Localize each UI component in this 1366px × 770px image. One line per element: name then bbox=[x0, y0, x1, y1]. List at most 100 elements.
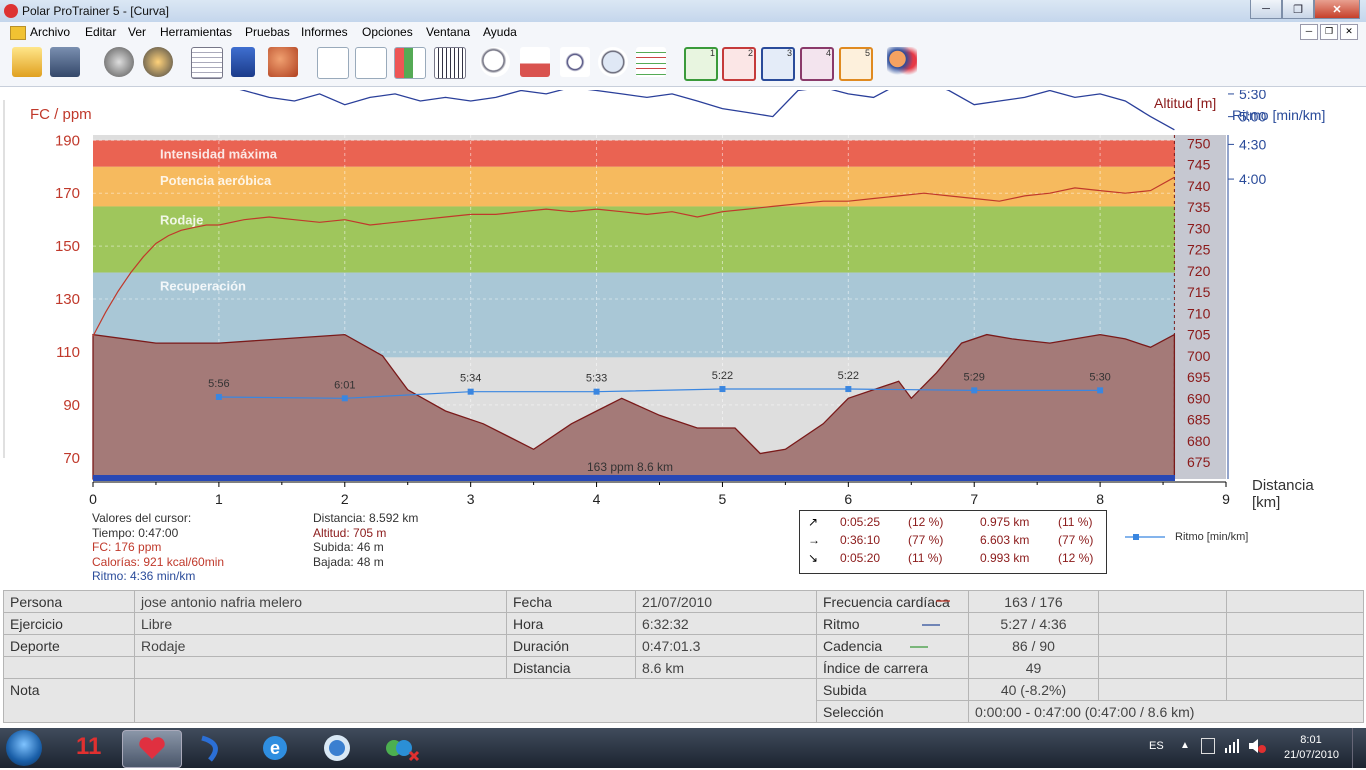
menu-editar[interactable]: Editar bbox=[85, 25, 116, 39]
diary-book-icon[interactable] bbox=[231, 47, 255, 77]
usb-tray-icon[interactable] bbox=[1201, 738, 1215, 754]
hr-tick-label: 190 bbox=[55, 132, 80, 149]
app-badge[interactable]: 11 bbox=[76, 733, 101, 761]
menu-ver[interactable]: Ver bbox=[128, 25, 146, 39]
ex5-icon[interactable]: 5 bbox=[839, 47, 873, 81]
lap-label: 5:29 bbox=[964, 371, 985, 383]
cursor-ritmo: Ritmo: 4:36 min/km bbox=[92, 569, 196, 583]
gear-sync-icon[interactable] bbox=[143, 47, 173, 77]
bar-chart-icon[interactable] bbox=[355, 47, 387, 79]
slope-time-pct: (11 %) bbox=[908, 551, 943, 565]
ejercicio-value[interactable]: Libre bbox=[134, 612, 507, 635]
save-icon[interactable] bbox=[50, 47, 80, 77]
x-tick-label: 6 bbox=[844, 491, 852, 507]
distancia-value: 8.6 km bbox=[635, 656, 817, 679]
lap-label: 5:22 bbox=[838, 370, 859, 382]
curve-chart-area: Intensidad máxima Potencia aeróbica Rodaje… bbox=[0, 90, 1366, 590]
hr-tick-label: 130 bbox=[55, 291, 80, 308]
sync-icon[interactable] bbox=[104, 47, 134, 77]
slope-dist: 0.993 km bbox=[980, 551, 1030, 565]
ritmo-legend-swatch bbox=[921, 623, 940, 626]
menu-pruebas[interactable]: Pruebas bbox=[245, 25, 290, 39]
slope-arrow: ↗ bbox=[808, 515, 819, 529]
network-tray-icon[interactable] bbox=[1224, 738, 1240, 754]
ex4-icon[interactable]: 4 bbox=[800, 47, 834, 81]
show-desktop-button[interactable] bbox=[1352, 728, 1366, 768]
lap-label: 5:56 bbox=[208, 378, 229, 390]
mdi-close-button[interactable]: ✕ bbox=[1340, 24, 1358, 40]
menu-ayuda[interactable]: Ayuda bbox=[483, 25, 517, 39]
info-chart-icon[interactable] bbox=[520, 47, 550, 77]
users-icon[interactable] bbox=[887, 47, 917, 77]
multi-line-icon[interactable] bbox=[636, 47, 666, 77]
altitude-tick-label: 685 bbox=[1187, 412, 1211, 428]
altitude-tick-label: 735 bbox=[1187, 199, 1211, 215]
nota-field[interactable] bbox=[134, 678, 817, 723]
language-indicator[interactable]: ES bbox=[1149, 740, 1164, 752]
mdi-minimize-button[interactable]: ─ bbox=[1300, 24, 1318, 40]
heart-icon bbox=[139, 737, 165, 759]
altitude-tick-label: 750 bbox=[1187, 135, 1211, 151]
slope-dist: 6.603 km bbox=[980, 533, 1030, 547]
info-ring-icon[interactable] bbox=[560, 47, 590, 77]
pace-tick-label: 5:30 bbox=[1239, 90, 1266, 102]
menu-ventana[interactable]: Ventana bbox=[426, 25, 470, 39]
menu-archivo[interactable]: Archivo bbox=[30, 25, 70, 39]
distance-axis-title: Distancia [km] bbox=[1252, 477, 1314, 511]
lap-label: 5:33 bbox=[586, 373, 607, 385]
toolbar: 1 2 3 4 5 bbox=[0, 42, 1366, 87]
slope-time-pct: (12 %) bbox=[908, 515, 944, 529]
taskbar-itunes[interactable] bbox=[308, 730, 366, 766]
empty-cell bbox=[1098, 634, 1227, 657]
slope-time: 0:36:10 bbox=[840, 533, 881, 547]
minimize-button[interactable]: ─ bbox=[1250, 0, 1282, 19]
taskbar-app-2[interactable] bbox=[184, 730, 242, 766]
maximize-button[interactable]: ❐ bbox=[1282, 0, 1314, 19]
taskbar-polar-app[interactable] bbox=[122, 730, 182, 768]
persona-value[interactable]: jose antonio nafria melero bbox=[134, 590, 507, 613]
table-icon[interactable] bbox=[434, 47, 466, 79]
open-folder-icon[interactable] bbox=[12, 47, 42, 77]
menu-informes[interactable]: Informes bbox=[301, 25, 348, 39]
percent-chart-icon[interactable] bbox=[394, 47, 426, 79]
menu-opciones[interactable]: Opciones bbox=[362, 25, 413, 39]
taskbar-messenger[interactable] bbox=[370, 730, 428, 766]
ex1-icon[interactable]: 1 bbox=[684, 47, 718, 81]
slope-arrow: ↘ bbox=[808, 551, 819, 565]
ritmo-value: 5:27 / 4:36 bbox=[968, 612, 1099, 635]
hr-axis-title: FC / ppm bbox=[30, 106, 92, 123]
slope-row: → 0:36:10 (77 %) 6.603 km (77 %) bbox=[800, 533, 1106, 551]
ex3-icon[interactable]: 3 bbox=[761, 47, 795, 81]
lap-label: 5:30 bbox=[1089, 371, 1110, 383]
duracion-value: 0:47:01.3 bbox=[635, 634, 817, 657]
ex4-number: 4 bbox=[825, 48, 831, 58]
pace-axis-title: Ritmo [min/km] bbox=[1232, 107, 1326, 123]
altitude-axis-title: Altitud [m] bbox=[1154, 95, 1217, 111]
deporte-value[interactable]: Rodaje bbox=[134, 634, 507, 657]
clock[interactable]: 8:01 21/07/2010 bbox=[1284, 733, 1339, 763]
deporte-label: Deporte bbox=[3, 634, 135, 657]
cursor-label: 163 ppm 8.6 km bbox=[587, 460, 673, 474]
person-note-icon[interactable] bbox=[268, 47, 298, 77]
taskbar-internet-explorer[interactable]: e bbox=[246, 730, 304, 766]
calendar-icon[interactable] bbox=[191, 47, 223, 79]
empty-cell bbox=[1098, 656, 1227, 679]
slope-row: ↗ 0:05:25 (12 %) 0.975 km (11 %) bbox=[800, 515, 1106, 533]
pace-tick-label: 4:30 bbox=[1239, 136, 1266, 152]
slope-time: 0:05:20 bbox=[840, 551, 881, 565]
start-button[interactable] bbox=[6, 730, 42, 766]
mdi-restore-button[interactable]: ❐ bbox=[1320, 24, 1338, 40]
menu-herramientas[interactable]: Herramientas bbox=[160, 25, 232, 39]
subida-label: Subida bbox=[816, 678, 969, 701]
altitude-tick-label: 680 bbox=[1187, 433, 1211, 449]
curve-chart-icon[interactable] bbox=[317, 47, 349, 79]
altitude-tick-label: 710 bbox=[1187, 305, 1211, 321]
zoom-1to1-icon[interactable] bbox=[480, 47, 510, 77]
stopwatch-icon[interactable] bbox=[598, 47, 628, 77]
x-tick-label: 2 bbox=[341, 491, 349, 507]
tray-up-arrow-icon[interactable]: ▲ bbox=[1180, 740, 1190, 751]
empty-cell bbox=[134, 656, 507, 679]
volume-muted-icon[interactable] bbox=[1248, 738, 1266, 754]
ex2-icon[interactable]: 2 bbox=[722, 47, 756, 81]
close-button[interactable]: ✕ bbox=[1314, 0, 1360, 19]
